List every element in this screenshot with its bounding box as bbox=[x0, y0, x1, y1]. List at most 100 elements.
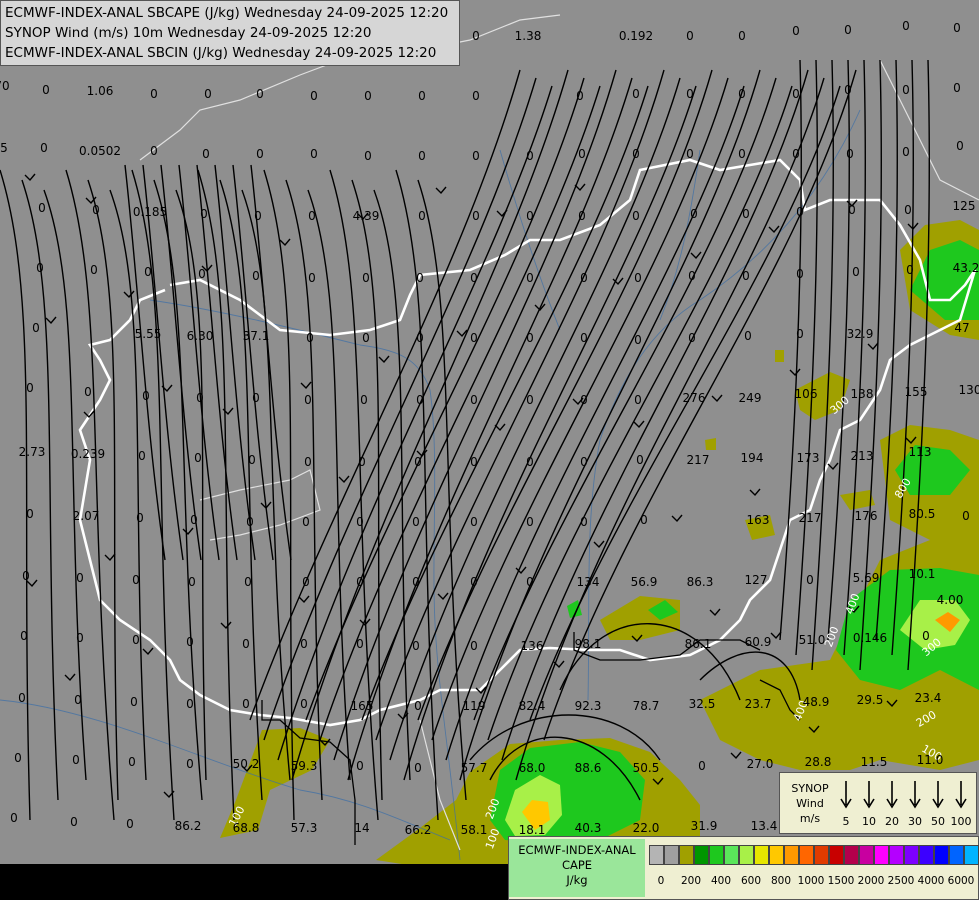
wind-arrow-50-icon bbox=[932, 781, 944, 809]
cape-value-label: 50.5 bbox=[633, 761, 660, 775]
cape-value-label: 28.8 bbox=[805, 755, 832, 769]
cape-value-label: 130 bbox=[959, 383, 979, 397]
cape-value-label: 29.5 bbox=[857, 693, 884, 707]
cape-value-label: 0 bbox=[640, 513, 648, 527]
cape-value-label: 0 bbox=[188, 575, 196, 589]
cape-value-label: 119 bbox=[463, 699, 486, 713]
cape-swatch bbox=[664, 845, 679, 865]
cape-value-label: 0 bbox=[470, 639, 478, 653]
cape-value-label: 0 bbox=[844, 23, 852, 37]
cape-value-label: 0 bbox=[806, 573, 814, 587]
cape-swatch bbox=[964, 845, 979, 865]
cape-value-label: 0 bbox=[38, 201, 46, 215]
cape-value-label: 0 bbox=[580, 393, 588, 407]
cape-value-label: 43.2 bbox=[953, 261, 979, 275]
cape-swatch bbox=[829, 845, 844, 865]
cape-value-label: 0 bbox=[360, 393, 368, 407]
cape-value-label: 0 bbox=[470, 393, 478, 407]
cape-value-label: 194 bbox=[741, 451, 764, 465]
cape-value-label: 0 bbox=[742, 269, 750, 283]
cape-tick-label: 600 bbox=[740, 875, 762, 887]
cape-value-label: 0 bbox=[36, 261, 44, 275]
synop-speed-100: 100 bbox=[950, 815, 972, 828]
cape-swatch bbox=[844, 845, 859, 865]
cape-value-label: 0 bbox=[244, 575, 252, 589]
cape-value-label: 0 bbox=[634, 271, 642, 285]
cape-value-label: 31.9 bbox=[691, 819, 718, 833]
cape-value-label: 40.3 bbox=[575, 821, 602, 835]
cape-value-label: 0 bbox=[472, 209, 480, 223]
cape-value-label: 0 bbox=[416, 271, 424, 285]
cape-value-label: 0 bbox=[304, 455, 312, 469]
cape-value-label: 173 bbox=[797, 451, 820, 465]
cape-value-label: 0 bbox=[962, 509, 970, 523]
cape-value-label: 56.9 bbox=[631, 575, 658, 589]
cape-value-label: 0 bbox=[364, 89, 372, 103]
wind-arrow-30-icon bbox=[909, 781, 921, 809]
cape-value-label: 0 bbox=[190, 513, 198, 527]
cape-value-label: 0 bbox=[418, 89, 426, 103]
cape-value-label: 0 bbox=[580, 515, 588, 529]
synop-speed-50: 50 bbox=[931, 815, 945, 828]
wind-arrow-5-icon bbox=[840, 781, 852, 809]
cape-value-label: 0 bbox=[254, 209, 262, 223]
cape-value-label: 0 bbox=[902, 83, 910, 97]
cape-swatch bbox=[874, 845, 889, 865]
cape-value-label: 80.5 bbox=[909, 507, 936, 521]
cape-value-label: 10.1 bbox=[909, 567, 936, 581]
cape-value-label: 0 bbox=[636, 453, 644, 467]
cape-value-label: 11.0 bbox=[917, 753, 944, 767]
cape-value-label: 98.1 bbox=[575, 637, 602, 651]
cape-value-label: 0 bbox=[308, 271, 316, 285]
cape-value-label: 0 bbox=[632, 209, 640, 223]
cape-area-small-7 bbox=[705, 438, 716, 450]
cape-value-label: 0 bbox=[186, 697, 194, 711]
cape-value-label: 0 bbox=[248, 453, 256, 467]
cape-value-label: 50.2 bbox=[233, 757, 260, 771]
cape-value-label: 0 bbox=[198, 267, 206, 281]
cape-value-label: 1.38 bbox=[515, 29, 542, 43]
cape-value-label: 0 bbox=[364, 149, 372, 163]
cape-value-label: 0 bbox=[526, 455, 534, 469]
title-line-synop-wind: SYNOP Wind (m/s) 10m Wednesday 24-09-202… bbox=[5, 25, 372, 41]
cape-value-label: 0 bbox=[738, 29, 746, 43]
cape-value-label: 0 bbox=[902, 19, 910, 33]
cape-value-label: 0 bbox=[686, 87, 694, 101]
cape-value-label: 0 bbox=[744, 329, 752, 343]
cape-value-label: 0 bbox=[200, 207, 208, 221]
cape-value-label: 92.3 bbox=[575, 699, 602, 713]
cape-value-label: 0 bbox=[953, 21, 961, 35]
cape-value-label: 0 bbox=[470, 455, 478, 469]
cape-value-label: 57.7 bbox=[461, 761, 488, 775]
cape-value-label: 86.1 bbox=[685, 637, 712, 651]
cape-value-label: 0 bbox=[84, 385, 92, 399]
cape-value-label: 0 bbox=[796, 205, 804, 219]
cape-value-label: 213 bbox=[851, 449, 874, 463]
cape-value-label: 4.39 bbox=[353, 209, 380, 223]
cape-swatch bbox=[739, 845, 754, 865]
wind-arrow-20-icon bbox=[886, 781, 898, 809]
cape-swatch bbox=[934, 845, 949, 865]
cape-value-label: 165 bbox=[351, 699, 374, 713]
cape-tick-label: 2500 bbox=[887, 875, 915, 887]
cape-value-label: 0 bbox=[136, 511, 144, 525]
cape-value-label: 138 bbox=[851, 387, 874, 401]
cape-tick-label: 800 bbox=[770, 875, 792, 887]
cape-value-label: 0 bbox=[356, 575, 364, 589]
cape-tick-label: 0 bbox=[657, 875, 665, 887]
cape-tick-label: 4000 bbox=[917, 875, 945, 887]
cape-value-label: 0 bbox=[126, 817, 134, 831]
cape-value-label: 0 bbox=[302, 515, 310, 529]
cape-value-label: 0.146 bbox=[853, 631, 887, 645]
cape-value-label: 0 bbox=[414, 455, 422, 469]
cape-value-label: 0 bbox=[18, 691, 26, 705]
cape-value-label: 32.9 bbox=[847, 327, 874, 341]
cape-value-label: 0 bbox=[132, 573, 140, 587]
cape-swatch bbox=[949, 845, 964, 865]
cape-value-label: 5 bbox=[0, 141, 8, 155]
cape-value-label: 0 bbox=[953, 81, 961, 95]
synop-speed-10: 10 bbox=[862, 815, 876, 828]
synop-speed-30: 30 bbox=[908, 815, 922, 828]
cape-value-label: 0 bbox=[526, 575, 534, 589]
cape-value-label: 0 bbox=[688, 331, 696, 345]
